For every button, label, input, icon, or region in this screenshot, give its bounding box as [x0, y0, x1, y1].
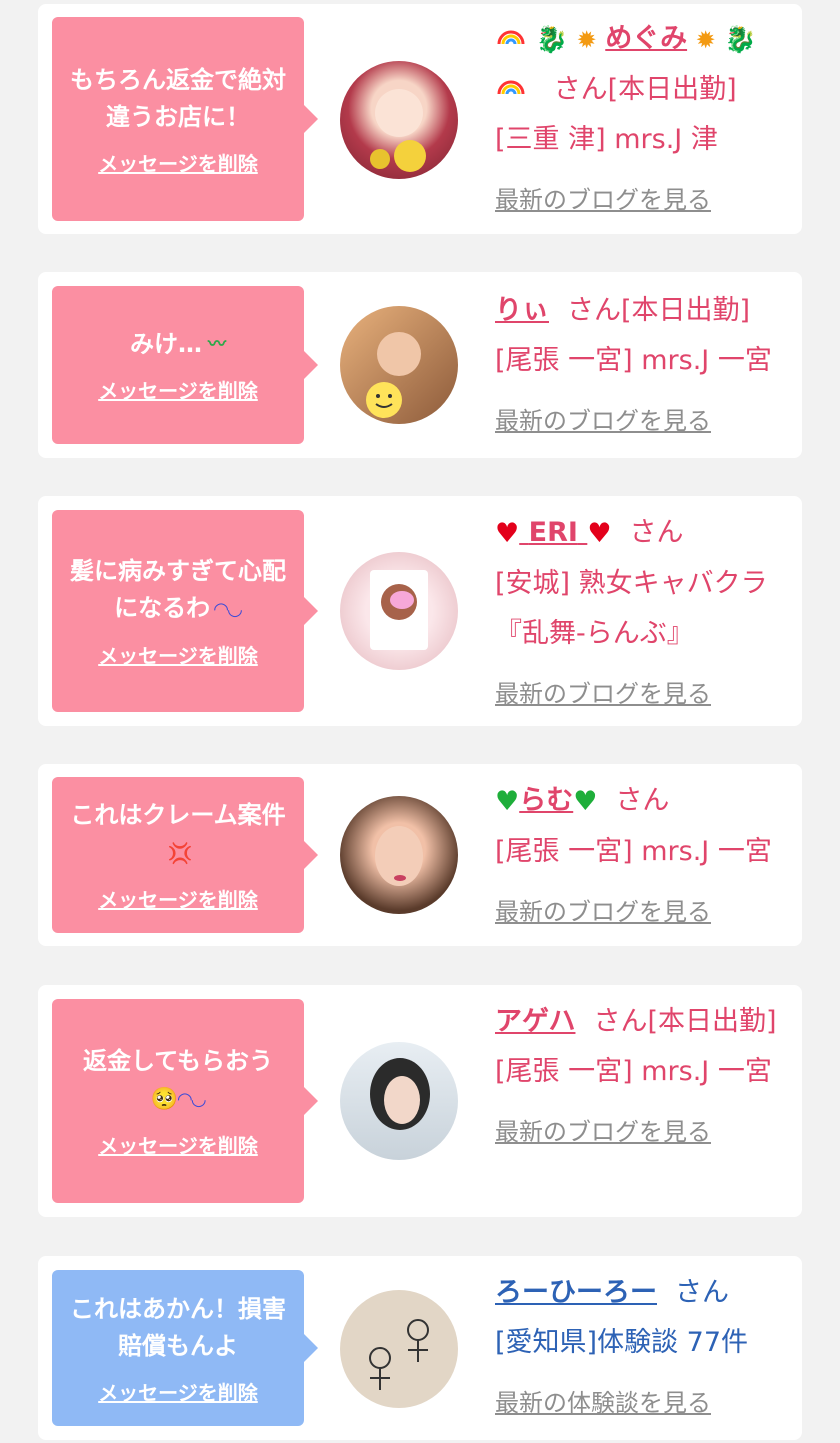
review-card: これはあかん！損害賠償もんよ メッセージを削除 ろーひーろー さん [愛知県]体験… — [38, 1256, 802, 1440]
delete-message-link[interactable]: メッセージを削除 — [98, 1377, 258, 1406]
review-link[interactable]: 最新の体験談を見る — [495, 1378, 795, 1428]
avatar[interactable] — [340, 306, 458, 424]
girl-name-link[interactable]: りぃ — [495, 295, 549, 326]
message-card: これはクレーム案件 💢 メッセージを削除 ♥らむ♥ さん [尾張 一宮] mrs.J… — [38, 764, 802, 946]
girl-name-text: らむ — [519, 785, 574, 816]
message-text-body: みけ… — [130, 329, 202, 358]
girl-suffix: さん[本日出勤] — [593, 1006, 777, 1037]
dragon-icon: 🐉 — [535, 24, 568, 55]
message-text-body: 髪に病みすぎて心配になるわ — [70, 557, 286, 623]
delete-message-link[interactable]: メッセージを削除 — [98, 148, 258, 177]
message-bubble: みけ… 〰 メッセージを削除 — [52, 286, 318, 444]
avatar[interactable] — [340, 796, 458, 914]
blog-link[interactable]: 最新のブログを見る — [495, 396, 795, 446]
girl-info: ♥ ERI ♥ さん [安城] 熟女キャバクラ『乱舞-らんぶ』 最新のブログを見る — [495, 508, 795, 719]
pleading-face-icon: 🥺 — [150, 1086, 178, 1112]
dragon-icon: 🐉 — [724, 24, 757, 55]
girl-suffix: さん[本日出勤] — [567, 295, 751, 326]
message-text: 返金してもらおう 🥺◠◡ — [69, 1043, 287, 1118]
message-bubble: 返金してもらおう 🥺◠◡ メッセージを削除 — [52, 999, 318, 1203]
message-text-body: これはクレーム案件 — [70, 801, 286, 830]
girl-suffix: さん — [629, 517, 684, 548]
reviewer-suffix: さん — [675, 1277, 729, 1308]
blog-link[interactable]: 最新のブログを見る — [495, 175, 795, 225]
girl-info: りぃ さん[本日出勤] [尾張 一宮] mrs.J 一宮 最新のブログを見る — [495, 286, 795, 446]
green-heart-icon: ♥ — [495, 785, 520, 817]
message-card: もちろん返金で絶対違うお店に！ メッセージを削除 🐉 ✹ めぐみ ✹ 🐉 さん[… — [38, 4, 802, 234]
sun-icon: ✹ — [576, 25, 597, 54]
blog-link[interactable]: 最新のブログを見る — [495, 1107, 795, 1157]
message-text-body: 返金してもらおう — [82, 1047, 274, 1076]
sun-icon: ✹ — [695, 25, 716, 54]
avatar-photo — [370, 1058, 430, 1130]
girl-suffix: さん — [615, 785, 670, 816]
sweat-face-icon: ◠◡ — [177, 1088, 206, 1110]
girl-info: アゲハ さん[本日出勤] [尾張 一宮] mrs.J 一宮 最新のブログを見る — [495, 997, 795, 1157]
green-heart-icon: ♥ — [573, 785, 598, 817]
avatar-photo — [375, 826, 423, 886]
heart-icon: ♥ — [495, 517, 520, 549]
message-text: これはクレーム案件 💢 — [52, 797, 304, 872]
shop-name: [尾張 一宮] mrs.J 一宮 — [495, 835, 772, 867]
message-bubble: もちろん返金で絶対違うお店に！ メッセージを削除 — [52, 17, 318, 221]
message-bubble: これはクレーム案件 💢 メッセージを削除 — [52, 777, 318, 933]
avatar[interactable] — [340, 1042, 458, 1160]
message-card: みけ… 〰 メッセージを削除 りぃ さん[本日出勤] [尾張 一宮] mrs.J 一… — [38, 272, 802, 458]
blog-link[interactable]: 最新のブログを見る — [495, 887, 795, 937]
girl-name-link[interactable]: ♥らむ♥ — [495, 785, 597, 817]
girl-suffix: さん[本日出勤] — [553, 73, 737, 105]
message-card: 髪に病みすぎて心配になるわ ◠◡ メッセージを削除 ♥ ERI ♥ さん [安城] … — [38, 496, 802, 726]
anger-icon: 💢 — [167, 840, 193, 865]
message-text: 髪に病みすぎて心配になるわ ◠◡ — [52, 553, 304, 628]
girl-info: 🐉 ✹ めぐみ ✹ 🐉 さん[本日出勤] [三重 津] mrs.J 津 最新のブ… — [495, 14, 795, 225]
girl-name-text: ERI — [528, 517, 578, 548]
delete-message-link[interactable]: メッセージを削除 — [98, 884, 258, 913]
girl-name-link[interactable]: ♥ ERI ♥ — [495, 517, 612, 549]
girl-info: ♥らむ♥ さん [尾張 一宮] mrs.J 一宮 最新のブログを見る — [495, 776, 795, 937]
girl-name-link[interactable]: アゲハ — [495, 1006, 575, 1037]
message-card: 返金してもらおう 🥺◠◡ メッセージを削除 アゲハ さん[本日出勤] [尾張 一宮… — [38, 985, 802, 1217]
avatar-photo — [366, 332, 421, 418]
delete-message-link[interactable]: メッセージを削除 — [98, 640, 258, 669]
heart-icon: ♥ — [587, 517, 612, 549]
shop-name: [尾張 一宮] mrs.J 一宮 — [495, 345, 772, 376]
avatar-photo — [370, 570, 428, 650]
rainbow-icon — [495, 65, 527, 115]
avatar-photo — [369, 1319, 429, 1390]
delete-message-link[interactable]: メッセージを削除 — [98, 375, 258, 404]
delete-message-link[interactable]: メッセージを削除 — [98, 1130, 258, 1159]
shop-name: [尾張 一宮] mrs.J 一宮 — [495, 1056, 772, 1087]
blog-link[interactable]: 最新のブログを見る — [495, 669, 795, 719]
girl-name-link[interactable]: めぐみ — [605, 23, 687, 54]
message-text: もちろん返金で絶対違うお店に！ — [70, 65, 286, 131]
avatar-photo — [370, 89, 426, 172]
sweat-face-icon: ◠◡ — [214, 598, 242, 620]
avatar[interactable] — [340, 61, 458, 179]
shop-name: [三重 津] mrs.J 津 — [495, 124, 718, 155]
avatar[interactable] — [340, 1290, 458, 1408]
review-count: [愛知県]体験談 77件 — [495, 1327, 749, 1358]
avatar[interactable] — [340, 552, 458, 670]
reviewer-info: ろーひーろー さん [愛知県]体験談 77件 最新の体験談を見る — [495, 1268, 795, 1428]
reviewer-name-link[interactable]: ろーひーろー — [495, 1277, 657, 1308]
rainbow-icon — [495, 15, 527, 65]
message-bubble: これはあかん！損害賠償もんよ メッセージを削除 — [52, 1270, 318, 1426]
message-text: みけ… 〰 — [116, 326, 240, 364]
message-text: これはあかん！損害賠償もんよ — [70, 1294, 286, 1360]
message-bubble: 髪に病みすぎて心配になるわ ◠◡ メッセージを削除 — [52, 510, 318, 712]
shop-name: [安城] 熟女キャバクラ『乱舞-らんぶ』 — [495, 567, 768, 649]
wavy-face-icon: 〰 — [208, 334, 226, 356]
